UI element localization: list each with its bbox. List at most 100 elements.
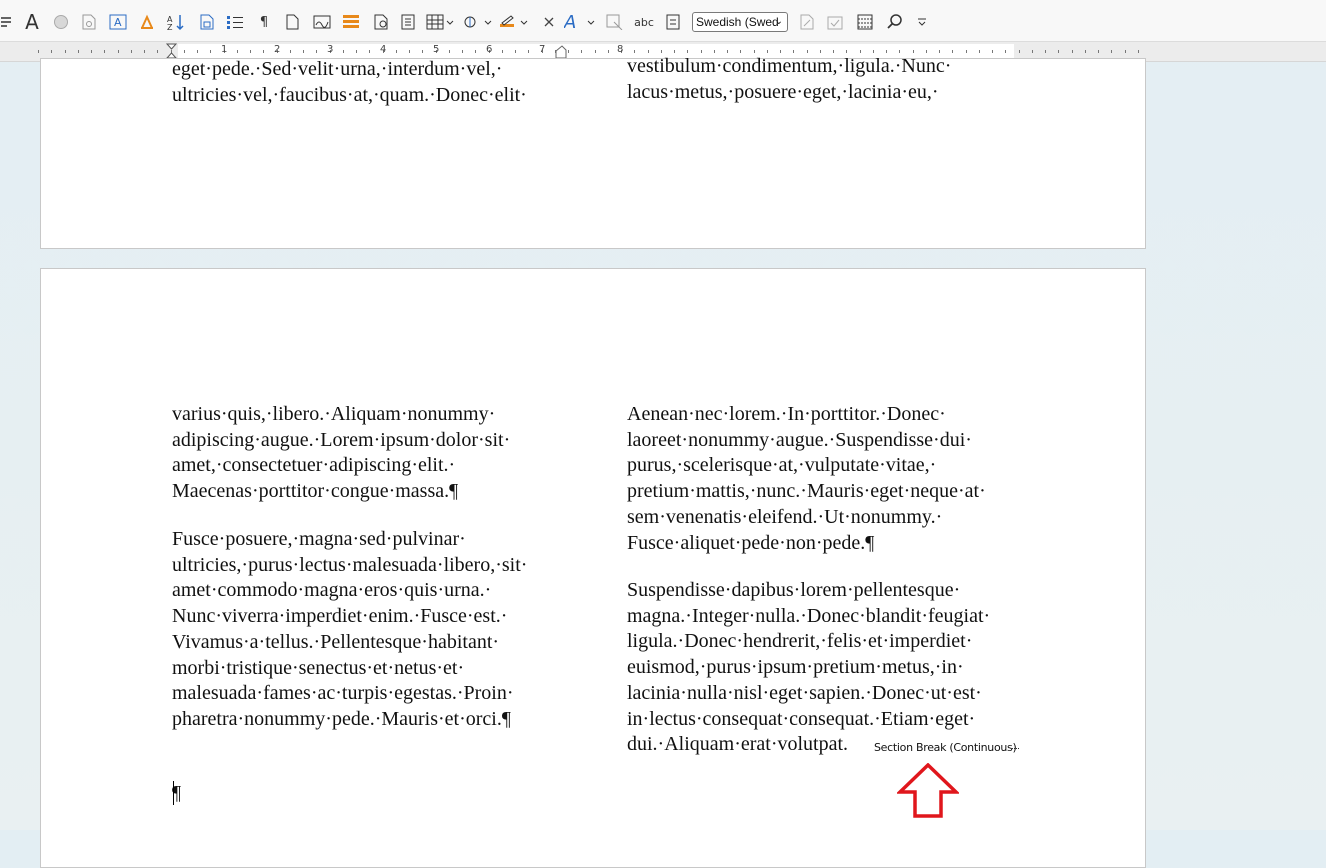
ruler-tick bbox=[740, 50, 741, 53]
ruler-tick bbox=[263, 50, 264, 53]
ruler-tick bbox=[316, 50, 317, 53]
language-select-value: Swedish (Swed bbox=[696, 15, 779, 29]
ruler-tick bbox=[144, 50, 145, 53]
ruler-tick bbox=[701, 50, 702, 53]
ruler-tick bbox=[754, 50, 755, 53]
page1-column2-text[interactable]: vestibulum·condimentum,·ligula.·Nunc· la… bbox=[627, 54, 951, 105]
ruler-tick bbox=[952, 50, 953, 53]
ruler-tick bbox=[687, 50, 688, 53]
section-break-label: Section Break (Continuous) bbox=[874, 741, 1017, 754]
word-count-icon[interactable] bbox=[664, 11, 682, 33]
ruler-tick bbox=[727, 50, 728, 53]
page2-column1-paragraph[interactable]: varius·quis,·libero.·Aliquam·nonummy· ad… bbox=[172, 402, 510, 505]
print-preview-icon[interactable] bbox=[372, 11, 390, 33]
page-icon[interactable] bbox=[198, 11, 216, 33]
ruler-number: 2 bbox=[274, 44, 281, 55]
layers-icon[interactable] bbox=[342, 11, 360, 33]
ruler-tick bbox=[343, 50, 344, 53]
ruler-tick bbox=[38, 50, 39, 53]
ruler-tick bbox=[78, 50, 79, 53]
spellcheck-icon[interactable]: abc bbox=[633, 11, 655, 33]
ruler-tick bbox=[846, 50, 847, 53]
text-style-icon[interactable]: A bbox=[563, 11, 597, 33]
ruler-tick bbox=[608, 50, 609, 53]
sort-icon[interactable]: AZ bbox=[166, 11, 186, 33]
text-cursor bbox=[173, 781, 174, 805]
svg-text:Z: Z bbox=[167, 23, 173, 31]
ruler-tick bbox=[131, 50, 132, 53]
ruler-tick bbox=[1019, 50, 1020, 53]
annotation-arrow-up-icon bbox=[895, 762, 961, 824]
ruler-tick bbox=[1111, 50, 1112, 53]
page2-column1-paragraph[interactable]: Fusce·posuere,·magna·sed·pulvinar· ultri… bbox=[172, 527, 527, 733]
ruler-tick bbox=[118, 50, 119, 53]
ruler-tick bbox=[502, 50, 503, 53]
ruler-tick bbox=[462, 50, 463, 53]
toolbar: A A AZ ¶ A abc Swedish (Swed ⌄ bbox=[0, 0, 1326, 42]
track-changes-icon[interactable] bbox=[798, 11, 816, 33]
ruler-tick bbox=[197, 50, 198, 53]
page2-column2-paragraph[interactable]: Aenean·nec·lorem.·In·porttitor.·Donec· l… bbox=[627, 402, 986, 556]
ruler-number: 7 bbox=[539, 44, 546, 55]
document-icon[interactable] bbox=[80, 11, 98, 33]
ruler-tick bbox=[237, 50, 238, 53]
ruler-tick bbox=[369, 50, 370, 53]
ruler-tick bbox=[780, 50, 781, 53]
overflow-icon[interactable] bbox=[914, 11, 930, 33]
accept-icon[interactable] bbox=[826, 11, 844, 33]
form-icon[interactable] bbox=[399, 11, 417, 33]
language-select[interactable]: Swedish (Swed ⌄ bbox=[692, 12, 788, 32]
color-circle-icon[interactable] bbox=[52, 11, 70, 33]
close-icon[interactable] bbox=[541, 11, 557, 33]
ruler-tick bbox=[1005, 50, 1006, 53]
ruler-tick bbox=[992, 50, 993, 53]
ruler-tick bbox=[886, 50, 887, 53]
ruler-tick bbox=[290, 50, 291, 53]
ruler-tick bbox=[1098, 50, 1099, 53]
ruler-tick bbox=[65, 50, 66, 53]
ruler-tick bbox=[966, 50, 967, 53]
page1-column1-text[interactable]: eget·pede.·Sed·velit·urna,·interdum·vel,… bbox=[172, 57, 527, 108]
ruler-tick bbox=[793, 50, 794, 53]
ruler-tick bbox=[157, 50, 158, 53]
find-icon[interactable] bbox=[885, 11, 905, 33]
font-icon[interactable]: A bbox=[22, 10, 42, 34]
paint-format-icon[interactable] bbox=[498, 11, 532, 33]
ruler-tick bbox=[714, 50, 715, 53]
ruler-tick bbox=[1045, 50, 1046, 53]
ruler-tick bbox=[581, 50, 582, 53]
ruler-tick bbox=[104, 50, 105, 53]
ruler-tick bbox=[661, 50, 662, 53]
ruler-number: 5 bbox=[433, 44, 440, 55]
ruler-tick bbox=[184, 50, 185, 53]
formatting-marks-icon[interactable]: ¶ bbox=[256, 11, 272, 33]
grid-icon[interactable] bbox=[855, 11, 875, 33]
ruler-tick bbox=[807, 50, 808, 53]
blank-page-icon[interactable] bbox=[284, 11, 300, 33]
ruler-tick bbox=[634, 50, 635, 53]
ruler-number: 4 bbox=[380, 44, 387, 55]
ruler-tick bbox=[449, 50, 450, 53]
section-break-line bbox=[1012, 748, 1019, 749]
ruler-tick bbox=[396, 50, 397, 53]
page2-column2-paragraph[interactable]: Suspendisse·dapibus·lorem·pellentesque· … bbox=[627, 578, 990, 758]
hyperlink-icon[interactable] bbox=[462, 11, 494, 33]
ruler-tick bbox=[1125, 50, 1126, 53]
ruler-number: 6 bbox=[486, 44, 493, 55]
ruler-tick bbox=[899, 50, 900, 53]
ruler-tick bbox=[475, 50, 476, 53]
ruler-tick bbox=[820, 50, 821, 53]
ruler-tick bbox=[210, 50, 211, 53]
styles-icon[interactable] bbox=[0, 11, 14, 33]
bullet-list-icon[interactable] bbox=[225, 11, 245, 33]
compare-icon[interactable] bbox=[605, 11, 625, 33]
text-box-icon[interactable]: A bbox=[108, 11, 128, 33]
table-icon[interactable] bbox=[425, 11, 455, 33]
ruler-tick bbox=[926, 50, 927, 53]
ruler-tick bbox=[1058, 50, 1059, 53]
ruler-tick bbox=[1072, 50, 1073, 53]
ruler-number: 8 bbox=[617, 44, 624, 55]
signature-icon[interactable] bbox=[312, 11, 332, 33]
svg-text:A: A bbox=[114, 16, 122, 29]
highlight-icon[interactable] bbox=[138, 11, 156, 33]
